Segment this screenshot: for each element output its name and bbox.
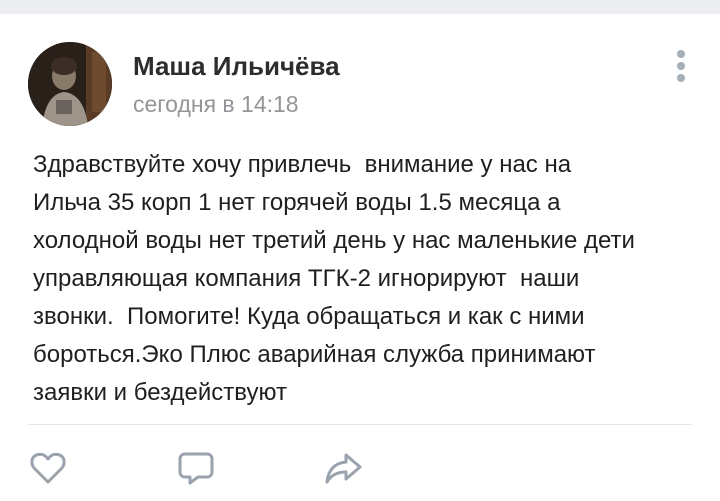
post-timestamp[interactable]: сегодня в 14:18 — [133, 91, 299, 118]
avatar[interactable] — [28, 42, 112, 126]
like-button[interactable] — [28, 448, 68, 488]
comment-button[interactable] — [176, 448, 216, 488]
share-button[interactable] — [323, 448, 363, 488]
divider — [28, 424, 692, 425]
more-vertical-icon[interactable] — [668, 48, 694, 84]
author-name[interactable]: Маша Ильичёва — [133, 51, 340, 82]
comment-icon — [178, 452, 214, 485]
vk-post-screen: Маша Ильичёва сегодня в 14:18 Здравствуй… — [0, 0, 720, 501]
heart-icon — [30, 452, 66, 484]
post-text: Здравствуйте хочу привлечь внимание у на… — [33, 151, 635, 406]
feed-separator — [0, 0, 720, 14]
share-icon — [325, 453, 362, 484]
avatar-photo — [28, 42, 112, 126]
post-card: Маша Ильичёва сегодня в 14:18 Здравствуй… — [0, 14, 720, 501]
